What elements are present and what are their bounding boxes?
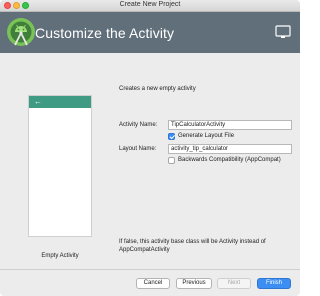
appcompat-hint: If false, this activity base class will … [119,239,266,253]
title-bar: Create New Project [0,0,300,12]
activity-name-field[interactable]: TipCalculatorActivity [168,120,292,130]
next-button[interactable]: Next [217,278,251,289]
cancel-button[interactable]: Cancel [136,278,170,289]
layout-name-label: Layout Name: [119,146,157,152]
template-name-label: Empty Activity [41,253,79,259]
activity-preview: ← [28,95,92,237]
backwards-compat-label: Backwards Compatibility (AppCompat) [178,157,281,163]
activity-settings-panel: Creates a new empty activity ← Empty Act… [0,53,300,268]
preview-app-bar: ← [29,96,91,108]
generate-layout-checkbox[interactable] [168,133,175,140]
layout-name-field[interactable]: activity_tip_calculator [168,144,292,154]
generate-layout-label: Generate Layout File [178,133,235,139]
back-arrow-icon: ← [34,97,42,106]
backwards-compat-checkbox[interactable] [168,157,175,164]
page-title: Customize the Activity [35,25,175,41]
android-studio-logo-icon [7,18,35,46]
template-description: Creates a new empty activity [119,86,196,92]
window-title: Create New Project [119,1,181,8]
previous-button[interactable]: Previous [176,278,212,289]
finish-button[interactable]: Finish [257,278,291,289]
footer-divider [0,269,300,270]
activity-name-label: Activity Name: [119,122,158,128]
create-project-window: Create New Project Customize the Activit… [0,0,300,296]
header-banner: Customize the Activity [0,12,300,53]
tablet-device-icon [275,25,291,38]
